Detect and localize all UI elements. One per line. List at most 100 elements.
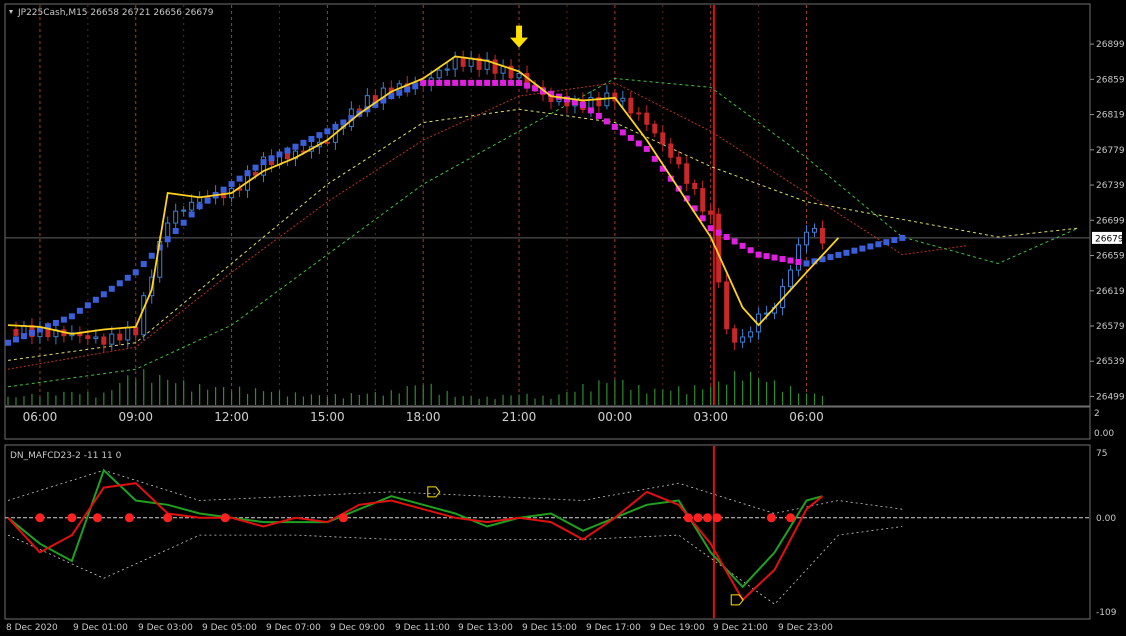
price-tick-label: 26699 xyxy=(1096,216,1125,226)
time-tick-label: 06:00 xyxy=(789,410,824,424)
down-trend-dot xyxy=(787,257,794,264)
up-trend-dot xyxy=(404,86,411,93)
up-trend-dot xyxy=(851,247,858,254)
up-trend-dot xyxy=(260,159,267,166)
time-tick-label: 21:00 xyxy=(502,410,537,424)
candle-body xyxy=(173,210,179,224)
volume-tick-2: 2 xyxy=(1094,409,1100,419)
price-tick-label: 26739 xyxy=(1096,181,1125,191)
date-tick-label: 9 Dec 07:00 xyxy=(266,623,321,632)
up-trend-dot xyxy=(300,139,307,146)
osc-signal-dot xyxy=(712,513,722,523)
osc-signal-dot xyxy=(693,513,703,523)
osc-signal-dot xyxy=(124,513,134,523)
time-tick-label: 18:00 xyxy=(406,410,441,424)
up-trend-dot xyxy=(84,302,91,309)
date-tick-label: 9 Dec 13:00 xyxy=(458,623,513,632)
down-trend-dot xyxy=(715,229,722,236)
candle-body xyxy=(740,336,746,343)
up-trend-dot xyxy=(252,164,259,171)
candle-body xyxy=(819,227,825,244)
up-trend-dot xyxy=(100,291,107,298)
up-trend-dot xyxy=(276,151,283,158)
candle-body xyxy=(13,329,19,336)
up-trend-dot xyxy=(324,128,331,135)
osc-signal-dot xyxy=(683,513,693,523)
date-tick-label: 9 Dec 11:00 xyxy=(395,623,450,632)
price-axis-layer: 06:00 09:00 12:00 15:00 18:00 21:00 00:00 03:00… xyxy=(23,40,1125,424)
collapse-triangle-icon xyxy=(9,10,13,14)
up-trend-dot xyxy=(883,239,890,246)
down-trend-dot xyxy=(468,79,475,86)
down-trend-dot xyxy=(460,79,467,86)
price-tick-label: 26819 xyxy=(1096,111,1125,121)
time-tick-label: 03:00 xyxy=(693,410,728,424)
up-trend-dot xyxy=(132,269,139,276)
date-tick-label: 9 Dec 15:00 xyxy=(522,623,577,632)
up-trend-dot xyxy=(827,254,834,261)
down-trend-dot xyxy=(739,242,746,249)
osc-slow-line xyxy=(7,468,823,589)
up-trend-dot xyxy=(859,245,866,252)
up-trend-dot xyxy=(803,260,810,267)
candle-body xyxy=(109,333,115,345)
up-trend-dot xyxy=(76,307,83,314)
date-tick-label: 9 Dec 17:00 xyxy=(586,623,641,632)
price-tick-label: 26659 xyxy=(1096,252,1125,262)
candle-body xyxy=(85,335,91,340)
up-trend-dot xyxy=(316,132,323,139)
osc-signal-dot xyxy=(786,513,796,523)
candle-body xyxy=(452,56,458,70)
up-trend-dot xyxy=(867,243,874,250)
up-trend-dot xyxy=(148,252,155,259)
candle-body xyxy=(732,328,738,343)
candle-body xyxy=(133,326,139,336)
osc-tick-label: 0.00 xyxy=(1096,514,1116,524)
up-trend-dot xyxy=(875,241,882,248)
time-tick-label: 06:00 xyxy=(23,410,58,424)
time-tick-label: 09:00 xyxy=(118,410,153,424)
candle-body xyxy=(811,227,817,233)
osc-flag-icon xyxy=(427,486,441,498)
up-trend-dot xyxy=(396,89,403,96)
osc-upper-band xyxy=(7,469,903,514)
up-trend-dot xyxy=(180,219,187,226)
up-trend-dot xyxy=(164,236,171,243)
volume-tick-0: 0.00 xyxy=(1094,429,1114,439)
down-trend-dot xyxy=(635,140,642,147)
candle-body xyxy=(556,98,562,103)
up-trend-dot xyxy=(835,251,842,258)
up-trend-dot xyxy=(244,170,251,177)
candle-body xyxy=(660,132,666,145)
osc-tick-label: -109 xyxy=(1096,608,1117,618)
candle-body xyxy=(93,336,99,340)
candle-body xyxy=(516,72,522,79)
up-trend-dot xyxy=(140,261,147,268)
candle-body xyxy=(676,156,682,165)
down-trend-dot xyxy=(492,79,499,86)
candle-body xyxy=(444,68,450,71)
date-tick-label: 9 Dec 03:00 xyxy=(138,623,193,632)
candle-body xyxy=(101,336,107,345)
down-trend-dot xyxy=(779,256,786,263)
oscillator-layer: 75 0.00 -109 8 Dec 2020 9 Dec 01:00 9 Dec 03:… xyxy=(5,449,1117,633)
down-trend-dot xyxy=(723,234,730,241)
candle-body xyxy=(644,112,650,125)
up-trend-dot xyxy=(284,147,291,154)
osc-fast-line xyxy=(7,482,824,602)
price-tick-label: 26779 xyxy=(1096,146,1125,156)
up-trend-dot xyxy=(891,237,898,244)
price-tick-label: 26619 xyxy=(1096,287,1125,297)
candle-body xyxy=(692,182,698,190)
down-trend-dot xyxy=(619,129,626,136)
down-trend-dot xyxy=(731,238,738,245)
up-trend-dot xyxy=(52,319,59,326)
candle-body xyxy=(748,331,754,338)
up-trend-dot xyxy=(843,249,850,256)
up-trend-dot xyxy=(220,186,227,193)
down-trend-dot xyxy=(500,79,507,86)
sell-arrow-icon xyxy=(510,25,529,48)
down-trend-dot xyxy=(747,247,754,254)
osc-signal-dot xyxy=(35,513,45,523)
osc-signal-dot xyxy=(163,513,173,523)
